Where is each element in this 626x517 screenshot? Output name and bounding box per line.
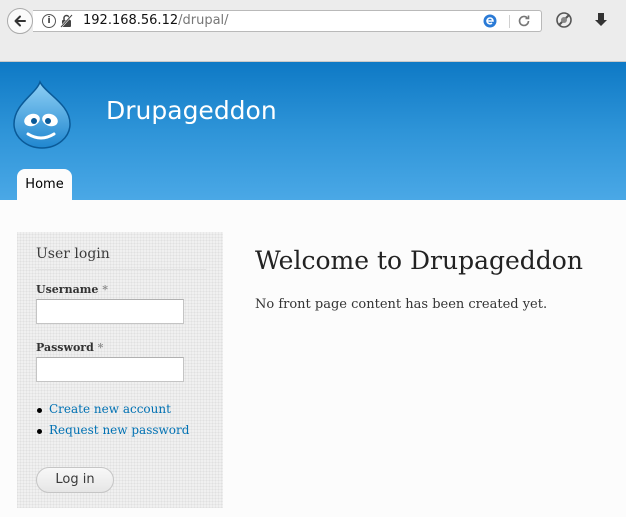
info-icon[interactable]: i (42, 14, 56, 28)
browser-toolbar: i 192.168.56.12/drupal/ (0, 0, 626, 62)
bullet (37, 408, 42, 413)
required-mark: * (97, 341, 104, 354)
tab-home[interactable]: Home (17, 169, 72, 200)
user-login-block: User login Username * Password * Create … (17, 232, 223, 508)
download-icon[interactable] (592, 11, 610, 29)
back-arrow-icon (14, 15, 26, 27)
no-script-icon[interactable] (555, 11, 573, 29)
password-label: Password * (36, 341, 103, 354)
login-button[interactable]: Log in (36, 467, 114, 493)
site-header: Drupageddon Home (0, 62, 626, 200)
url-text[interactable]: 192.168.56.12/drupal/ (83, 13, 229, 28)
create-account-link-text: Create new account (49, 402, 171, 416)
site-name[interactable]: Drupageddon (106, 96, 277, 125)
block-title: User login (36, 246, 110, 262)
drupal-drop-logo[interactable] (12, 80, 72, 150)
block-divider (36, 269, 206, 270)
username-label-text: Username (36, 283, 99, 296)
back-button[interactable] (7, 8, 33, 34)
password-label-text: Password (36, 341, 94, 354)
url-bar[interactable]: i 192.168.56.12/drupal/ (33, 10, 542, 32)
url-path: /drupal/ (178, 13, 229, 28)
page-title: Welcome to Drupageddon (255, 246, 583, 275)
insecure-lock-icon[interactable] (60, 14, 73, 28)
reader-view-icon[interactable] (482, 13, 498, 29)
request-password-link-text: Request new password (49, 423, 190, 437)
url-host: 192.168.56.12 (83, 13, 179, 28)
username-input[interactable] (36, 299, 184, 324)
create-account-link[interactable]: Create new account (37, 402, 189, 423)
bullet (37, 429, 42, 434)
url-separator (509, 15, 510, 28)
username-label: Username * (36, 283, 108, 296)
request-password-link[interactable]: Request new password (37, 423, 189, 444)
page-body-text: No front page content has been created y… (255, 297, 548, 312)
user-links: Create new account Request new password (37, 402, 189, 444)
required-mark: * (102, 283, 108, 296)
reload-icon[interactable] (516, 13, 532, 29)
password-input[interactable] (36, 357, 184, 382)
